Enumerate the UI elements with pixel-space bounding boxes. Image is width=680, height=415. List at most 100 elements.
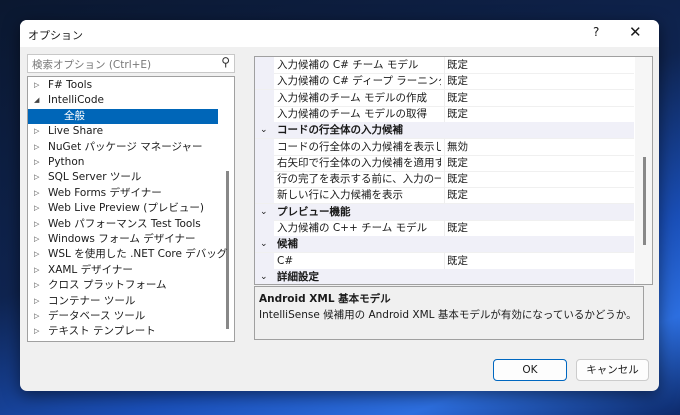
expand-arrow-icon[interactable]: ▷ [34, 170, 39, 185]
grid-category[interactable]: ⌄ コードの行全体の入力候補 [255, 122, 634, 140]
tree-item-label: XAML デザイナー [48, 263, 133, 276]
grid-row[interactable]: 右矢印で行全体の入力候補を適用する 既定 [255, 154, 634, 172]
tree-item[interactable]: ▷ コンテナー ツール [28, 294, 218, 309]
expand-arrow-icon[interactable]: ▷ [34, 201, 39, 216]
chevron-down-icon[interactable]: ⌄ [260, 204, 268, 220]
property-name: 入力候補の C# チーム モデル [277, 59, 419, 71]
expand-arrow-icon[interactable]: ▷ [34, 232, 39, 247]
property-value[interactable]: 既定 [444, 73, 468, 90]
tree-item[interactable]: ▷ クロス プラットフォーム [28, 278, 218, 293]
ok-button[interactable]: OK [493, 359, 567, 381]
tree-item[interactable]: ▷ データベース ツール [28, 309, 218, 324]
grid-row[interactable]: 行の完了を表示する前に、入力の一時停止既定 [255, 171, 634, 189]
expand-arrow-icon[interactable]: ▷ [34, 78, 39, 93]
property-name: 入力候補の C# ディープ ラーニング基本モデル [277, 75, 441, 88]
tree-item-label: コンテナー ツール [48, 294, 136, 307]
tree-item[interactable]: ▷ F# Tools [28, 78, 218, 93]
grid-category[interactable]: ⌄ プレビュー機能 [255, 203, 634, 221]
property-value[interactable]: 既定 [444, 105, 468, 122]
property-value[interactable]: 既定 [444, 220, 468, 236]
search-icon[interactable]: ⚲ [221, 55, 230, 69]
search-input[interactable]: 検索オプション (Ctrl+E) ⚲ [27, 54, 235, 73]
property-name: コードの行全体の入力候補を表示します [277, 140, 441, 153]
expand-arrow-icon[interactable]: ▷ [34, 309, 39, 324]
tree-item[interactable]: ▷ Web Live Preview (プレビュー) [28, 201, 218, 216]
tree-item-label: NuGet パッケージ マネージャー [48, 140, 203, 153]
chevron-down-icon[interactable]: ⌄ [260, 122, 268, 138]
tree-item-label: Windows フォーム デザイナー [48, 233, 196, 245]
tree-item[interactable]: ▷ XAML デザイナー [28, 263, 218, 278]
help-button[interactable]: ? [593, 25, 599, 39]
expand-arrow-icon[interactable]: ▷ [34, 294, 39, 309]
description-panel: Android XML 基本モデル IntelliSense 候補用の Andr… [254, 286, 644, 340]
options-dialog: オプション ? ✕ 検索オプション (Ctrl+E) ⚲ ▷ F# Tools ◢ I… [20, 20, 659, 391]
options-tree: ▷ F# Tools ◢ IntelliCode 全般 ▷ Live Share ▷ NuGet… [27, 76, 235, 342]
grid-row[interactable]: 新しい行に入力候補を表示 既定 [255, 187, 634, 205]
property-name: 新しい行に入力候補を表示 [277, 189, 403, 202]
expand-arrow-icon[interactable]: ▷ [34, 263, 39, 278]
grid-category[interactable]: ⌄ 詳細設定 [255, 268, 634, 284]
grid-row[interactable]: 入力候補の C# チーム モデル 既定 [255, 57, 634, 74]
property-value[interactable]: 既定 [444, 171, 468, 188]
category-label: プレビュー機能 [277, 205, 351, 218]
property-name: 右矢印で行全体の入力候補を適用する [277, 156, 441, 169]
property-value[interactable]: 既定 [444, 252, 468, 269]
description-title: Android XML 基本モデル [259, 293, 391, 305]
expand-arrow-icon[interactable]: ▷ [34, 124, 39, 139]
tree-item[interactable]: ▷ Windows フォーム デザイナー [28, 232, 218, 247]
property-value[interactable]: 既定 [444, 57, 468, 73]
expand-arrow-icon[interactable]: ▷ [34, 278, 39, 293]
tree-item-label: F# Tools [48, 79, 93, 91]
tree-item[interactable]: ◢ IntelliCode [28, 93, 218, 108]
tree-item[interactable]: 全般 [28, 108, 218, 124]
property-value[interactable]: 既定 [444, 187, 468, 204]
tree-item[interactable]: ▷ Python [28, 155, 218, 170]
grid-row[interactable]: C# 既定 [255, 252, 634, 270]
property-value[interactable]: 無効 [444, 138, 468, 155]
tree-item[interactable]: ▷ WSL を使用した .NET Core デバッグ [28, 247, 227, 262]
expand-arrow-icon[interactable]: ▷ [34, 247, 39, 262]
tree-item-label: Web Forms デザイナー [48, 186, 162, 199]
grid-row[interactable]: 入力候補の C++ チーム モデル 既定 [255, 220, 634, 237]
tree-item-label: 全般 [64, 109, 85, 122]
grid-category[interactable]: ⌄ 候補 [255, 236, 634, 254]
title-bar: オプション ? ✕ [20, 20, 659, 47]
expand-arrow-icon[interactable]: ◢ [34, 93, 39, 108]
tree-item-label: WSL を使用した .NET Core デバッグ [48, 248, 228, 261]
grid-row[interactable]: 入力候補のチーム モデルの作成 既定 [255, 89, 634, 107]
expand-arrow-icon[interactable]: ▷ [34, 324, 39, 339]
expand-arrow-icon[interactable]: ▷ [34, 155, 39, 170]
tree-item-label: Web Live Preview (プレビュー) [48, 202, 204, 215]
tree-item-label: Python [48, 156, 85, 168]
property-name: 入力候補のチーム モデルの取得 [277, 107, 428, 120]
chevron-down-icon[interactable]: ⌄ [260, 236, 268, 252]
chevron-down-icon[interactable]: ⌄ [260, 269, 268, 284]
grid-row[interactable]: コードの行全体の入力候補を表示します無効 [255, 138, 634, 156]
tree-item-label: SQL Server ツール [48, 171, 142, 184]
grid-row[interactable]: 入力候補のチーム モデルの取得 既定 [255, 105, 634, 123]
tree-item-label: Web パフォーマンス Test Tools [48, 217, 201, 230]
expand-arrow-icon[interactable]: ▷ [34, 186, 39, 201]
expand-arrow-icon[interactable]: ▷ [34, 217, 39, 232]
category-label: 詳細設定 [277, 270, 319, 283]
tree-item[interactable]: ▷ SQL Server ツール [28, 170, 218, 185]
tree-item[interactable]: ▷ NuGet パッケージ マネージャー [28, 140, 218, 155]
description-text: IntelliSense 候補用の Android XML 基本モデルが有効にな… [259, 309, 637, 321]
property-grid: 入力候補の C# チーム モデル既定入力候補の C# ディープ ラーニング基本モ… [254, 56, 653, 285]
tree-item-label: クロス プラットフォーム [48, 279, 167, 292]
close-button[interactable]: ✕ [629, 23, 642, 41]
category-label: 候補 [277, 238, 298, 251]
property-value[interactable]: 既定 [444, 89, 468, 106]
tree-item-label: テキスト テンプレート [48, 325, 156, 338]
expand-arrow-icon[interactable]: ▷ [34, 140, 39, 155]
tree-item[interactable]: ▷ Web Forms デザイナー [28, 186, 218, 201]
property-value[interactable]: 既定 [444, 154, 468, 171]
grid-row[interactable]: 入力候補の C# ディープ ラーニング基本モデル既定 [255, 73, 634, 91]
tree-item[interactable]: ▷ Web パフォーマンス Test Tools [28, 217, 218, 232]
cancel-button[interactable]: キャンセル [576, 359, 649, 381]
tree-item[interactable]: ▷ Live Share [28, 124, 218, 139]
tree-item[interactable]: ▷ テキスト テンプレート [28, 324, 218, 339]
tree-item-label: データベース ツール [48, 310, 146, 322]
property-name: C# [277, 254, 294, 267]
grid-scrollbar[interactable] [635, 57, 652, 284]
